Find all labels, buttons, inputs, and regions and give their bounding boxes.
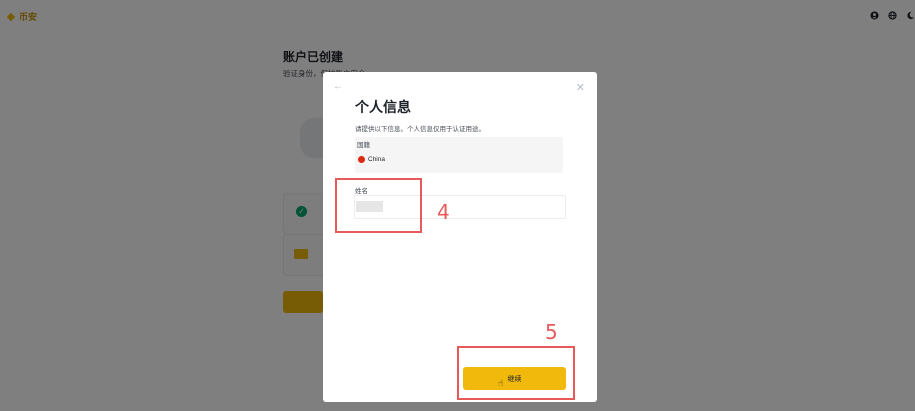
nationality-value: China (358, 156, 385, 163)
modal-description: 请提供以下信息。个人信息仅用于认证用途。 (355, 126, 485, 133)
annotation-number-4: 4 (437, 200, 450, 224)
nationality-value-text: China (368, 156, 385, 163)
modal-title: 个人信息 (355, 99, 411, 115)
close-icon[interactable]: ✕ (576, 81, 585, 94)
back-arrow-icon[interactable]: ← (333, 81, 343, 92)
nationality-field[interactable]: 国籍 China (355, 137, 563, 173)
annotation-box-step-4 (335, 178, 422, 233)
nationality-label: 国籍 (357, 142, 370, 149)
annotation-number-5: 5 (545, 320, 558, 344)
china-flag-icon (358, 156, 365, 163)
annotation-box-step-5 (457, 346, 575, 400)
